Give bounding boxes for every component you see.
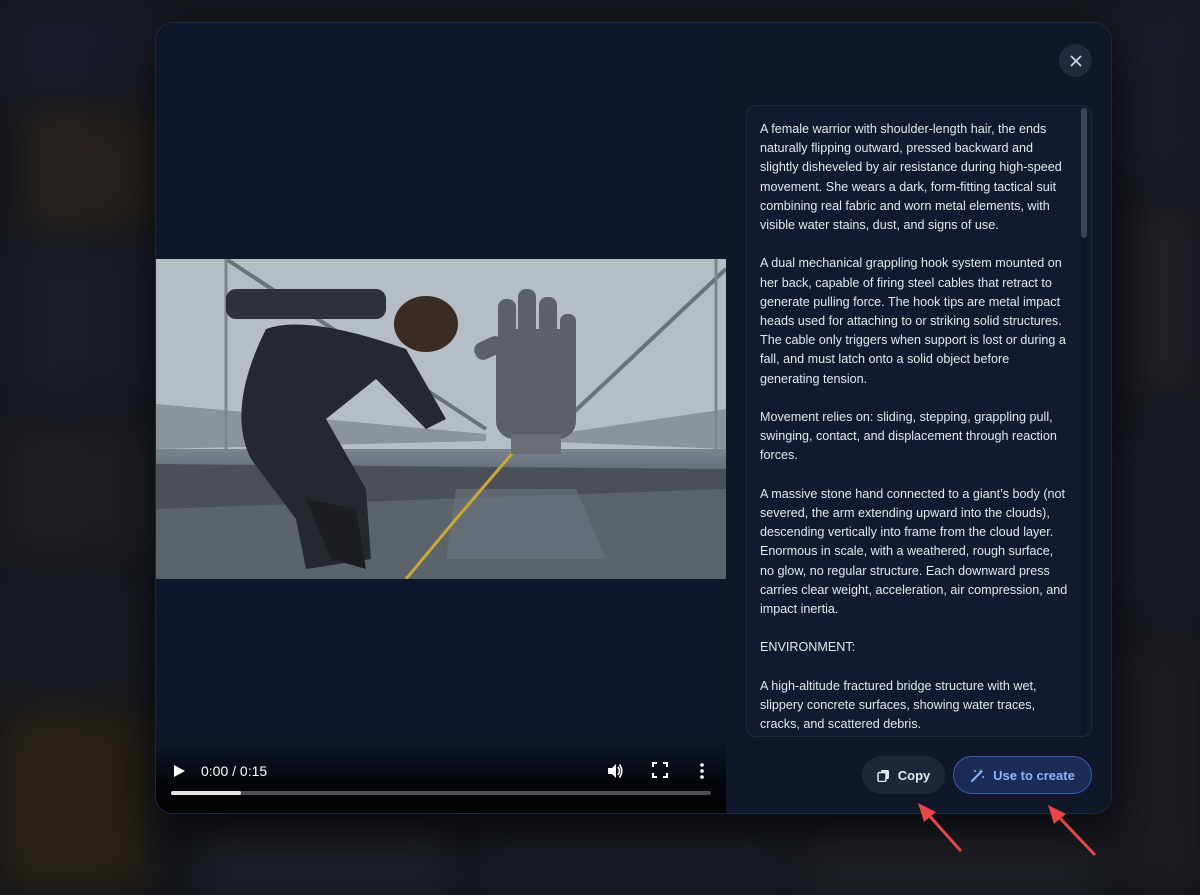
magic-wand-icon — [971, 768, 985, 782]
video-frame[interactable] — [156, 259, 726, 579]
prompt-paragraph: A massive stone hand connected to a gian… — [760, 486, 1068, 617]
volume-icon[interactable] — [606, 762, 624, 780]
scrollbar-thumb[interactable] — [1081, 108, 1087, 238]
prompt-detail-modal: 0:00 / 0:15 A female warrior with should… — [155, 22, 1112, 814]
more-vertical-icon[interactable] — [698, 762, 706, 780]
time-display: 0:00 / 0:15 — [201, 763, 268, 779]
use-to-create-label: Use to create — [993, 767, 1075, 783]
progress-bar[interactable] — [171, 791, 711, 795]
prompt-text: A female warrior with shoulder-length ha… — [747, 106, 1077, 736]
close-icon — [1069, 54, 1082, 67]
prompt-paragraph: Movement relies on: sliding, stepping, g… — [760, 410, 1057, 463]
close-button[interactable] — [1059, 44, 1092, 77]
prompt-paragraph: ENVIRONMENT: — [760, 640, 856, 655]
annotation-arrow-create — [1048, 805, 1096, 856]
video-controls: 0:00 / 0:15 — [156, 738, 726, 813]
annotation-arrow-copy — [918, 803, 962, 852]
copy-button[interactable]: Copy — [862, 756, 945, 794]
copy-button-label: Copy — [897, 767, 931, 783]
video-player[interactable]: 0:00 / 0:15 — [156, 23, 726, 813]
play-icon[interactable] — [172, 764, 186, 778]
prompt-text-panel[interactable]: A female warrior with shoulder-length ha… — [746, 105, 1092, 737]
prompt-paragraph: A dual mechanical grappling hook system … — [760, 256, 1066, 386]
prompt-paragraph: A female warrior with shoulder-length ha… — [760, 122, 1062, 233]
scrollbar[interactable] — [1081, 108, 1087, 736]
copy-icon — [877, 769, 889, 782]
progress-fill — [171, 791, 242, 795]
prompt-paragraph: A high-altitude fractured bridge structu… — [760, 678, 1037, 732]
fullscreen-icon[interactable] — [652, 762, 668, 778]
use-to-create-button[interactable]: Use to create — [953, 756, 1092, 794]
